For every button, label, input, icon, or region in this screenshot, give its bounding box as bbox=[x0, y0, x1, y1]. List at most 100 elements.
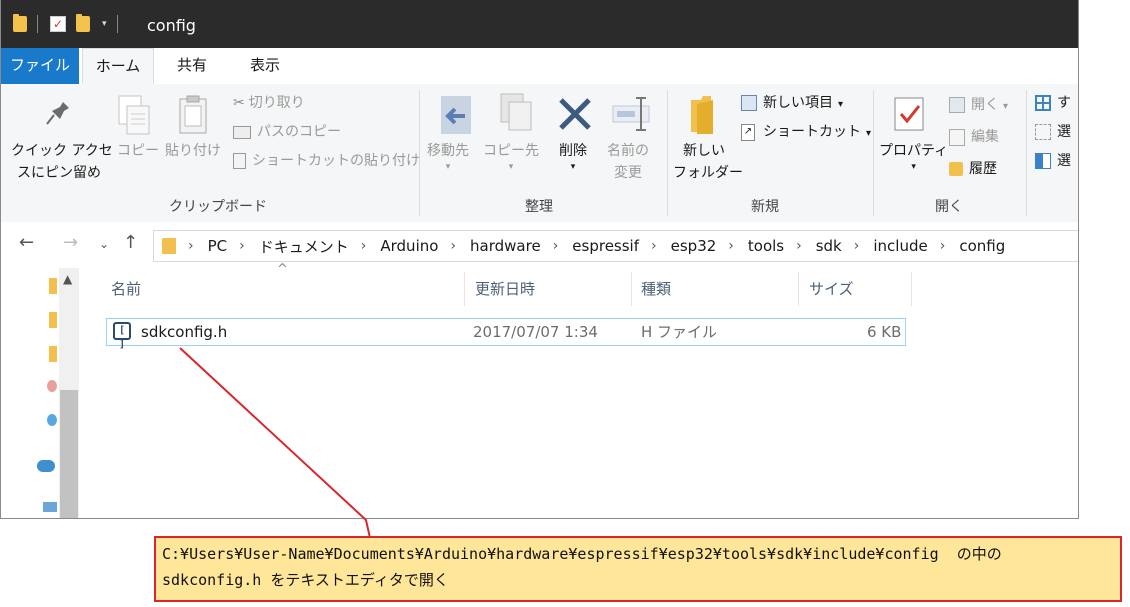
chevron-right-icon[interactable]: › bbox=[361, 238, 367, 254]
customize-toolbar-dropdown[interactable]: ▾ bbox=[102, 19, 107, 29]
folder-icon[interactable] bbox=[49, 312, 57, 328]
paste-shortcut-icon bbox=[233, 153, 246, 169]
select-all-icon bbox=[1035, 95, 1051, 111]
breadcrumb-espressif[interactable]: espressif bbox=[572, 237, 639, 255]
history-icon bbox=[949, 162, 963, 176]
cut-button[interactable]: ✂ 切り取り bbox=[233, 92, 305, 114]
chevron-right-icon[interactable]: › bbox=[728, 238, 734, 254]
tab-home[interactable]: ホーム bbox=[82, 48, 154, 84]
copy-button[interactable]: コピー bbox=[117, 140, 159, 162]
move-to-button[interactable]: 移動先 ▾ bbox=[427, 140, 469, 172]
column-divider[interactable] bbox=[464, 272, 465, 306]
breadcrumb-hardware[interactable]: hardware bbox=[470, 237, 541, 255]
shortcut-icon: ↗ bbox=[741, 123, 755, 141]
select-all-button[interactable]: す bbox=[1035, 92, 1071, 114]
move-to-icon bbox=[441, 96, 471, 134]
up-arrow-icon[interactable]: ↑ bbox=[123, 232, 138, 253]
chevron-right-icon[interactable]: › bbox=[796, 238, 802, 254]
breadcrumb-config[interactable]: config bbox=[959, 237, 1005, 255]
column-divider[interactable] bbox=[911, 272, 912, 306]
column-divider[interactable] bbox=[798, 272, 799, 306]
chevron-right-icon[interactable]: › bbox=[188, 238, 194, 254]
copy-to-icon bbox=[500, 93, 532, 131]
column-header-name[interactable]: 名前 bbox=[111, 270, 141, 308]
history-button[interactable]: 履歴 bbox=[949, 158, 997, 180]
folder-icon bbox=[13, 14, 27, 32]
chevron-right-icon[interactable]: › bbox=[450, 238, 456, 254]
file-name[interactable]: sdkconfig.h bbox=[141, 318, 227, 346]
clipboard-group-label: クリップボード bbox=[169, 199, 267, 215]
callout-line-2: sdkconfig.h をテキストエディタで開く bbox=[162, 571, 449, 589]
breadcrumb-sdk[interactable]: sdk bbox=[816, 237, 842, 255]
breadcrumb-tools[interactable]: tools bbox=[748, 237, 784, 255]
ribbon: クイック アクセ スにピン留め コピー 貼り付け ✂ 切り取り パスのコピー ショ… bbox=[1, 84, 1078, 223]
new-group-label: 新規 bbox=[751, 199, 779, 215]
window-title: config bbox=[147, 16, 196, 35]
chevron-right-icon[interactable]: › bbox=[239, 238, 245, 254]
explorer-window: ✓ ▾ config ファイル ホーム 共有 表示 クイック アクセ スにピン留… bbox=[0, 0, 1079, 519]
onedrive-sync-icon[interactable] bbox=[37, 460, 55, 472]
sort-ascending-icon: ^ bbox=[277, 262, 288, 277]
folder-icon[interactable] bbox=[49, 278, 57, 294]
chevron-right-icon[interactable]: › bbox=[553, 238, 559, 254]
tab-file[interactable]: ファイル bbox=[1, 48, 79, 84]
chevron-right-icon[interactable]: › bbox=[854, 238, 860, 254]
copy-path-button[interactable]: パスのコピー bbox=[233, 121, 341, 143]
column-header-modified[interactable]: 更新日時 bbox=[475, 270, 535, 308]
forward-arrow-icon[interactable]: → bbox=[63, 232, 78, 253]
new-folder-button[interactable]: 新しい フォルダー bbox=[673, 140, 743, 184]
invert-selection-button[interactable]: 選 bbox=[1035, 150, 1071, 172]
divider bbox=[116, 15, 118, 33]
delete-button[interactable]: 削除 ▾ bbox=[559, 140, 587, 172]
open-group-label: 開く bbox=[935, 199, 963, 215]
group-divider bbox=[873, 90, 874, 216]
paste-shortcut-button[interactable]: ショートカットの貼り付け bbox=[233, 150, 420, 172]
column-header-type[interactable]: 種類 bbox=[641, 270, 671, 308]
paste-button[interactable]: 貼り付け bbox=[165, 140, 221, 162]
organize-group-label: 整理 bbox=[525, 199, 553, 215]
group-divider bbox=[667, 90, 668, 216]
onedrive-icon[interactable] bbox=[47, 414, 57, 426]
address-bar[interactable]: › PC › ドキュメント › Arduino › hardware › esp… bbox=[153, 230, 1078, 262]
pictures-icon[interactable] bbox=[47, 380, 57, 392]
properties-button[interactable]: プロパティ ▾ bbox=[879, 140, 948, 172]
scissors-icon: ✂ bbox=[233, 95, 245, 111]
recent-locations-chevron-icon[interactable]: ⌄ bbox=[99, 237, 109, 251]
breadcrumb-arduino[interactable]: Arduino bbox=[380, 237, 438, 255]
open-button[interactable]: 開く ▾ bbox=[949, 94, 1008, 118]
breadcrumb-pc[interactable]: PC bbox=[208, 237, 228, 255]
pin-quick-access-button[interactable]: クイック アクセ スにピン留め bbox=[11, 140, 113, 184]
back-arrow-icon[interactable]: ← bbox=[19, 232, 34, 253]
nav-scrollbar-thumb[interactable] bbox=[60, 390, 78, 518]
properties-check-icon[interactable]: ✓ bbox=[50, 16, 66, 32]
column-divider[interactable] bbox=[631, 272, 632, 306]
pc-icon[interactable] bbox=[43, 502, 57, 512]
breadcrumb-documents[interactable]: ドキュメント bbox=[259, 236, 349, 257]
select-none-button[interactable]: 選 bbox=[1035, 121, 1071, 143]
folder-icon[interactable] bbox=[49, 346, 57, 362]
properties-icon bbox=[894, 97, 924, 131]
easy-access-shortcut-button[interactable]: ↗ ショートカット ▾ bbox=[741, 121, 871, 145]
file-type: H ファイル bbox=[641, 323, 718, 341]
new-folder-icon[interactable] bbox=[76, 14, 90, 32]
new-folder-icon bbox=[691, 96, 713, 134]
group-divider bbox=[1026, 90, 1027, 216]
file-size: 6 KB bbox=[867, 323, 902, 341]
paste-icon bbox=[179, 95, 207, 134]
chevron-right-icon[interactable]: › bbox=[940, 238, 946, 254]
copy-to-button[interactable]: コピー先 ▾ bbox=[483, 140, 539, 172]
breadcrumb-include[interactable]: include bbox=[873, 237, 927, 255]
new-item-button[interactable]: 新しい項目 ▾ bbox=[741, 92, 843, 116]
breadcrumb-esp32[interactable]: esp32 bbox=[671, 237, 717, 255]
chevron-right-icon[interactable]: › bbox=[651, 238, 657, 254]
open-icon bbox=[949, 97, 965, 113]
divider bbox=[37, 15, 38, 33]
title-bar: ✓ ▾ config bbox=[1, 0, 1078, 48]
tab-view[interactable]: 表示 bbox=[239, 48, 291, 84]
tab-share[interactable]: 共有 bbox=[167, 48, 217, 84]
edit-button[interactable]: 編集 bbox=[949, 126, 999, 148]
pin-icon bbox=[46, 102, 69, 125]
scroll-up-icon[interactable]: ▲ bbox=[63, 272, 72, 286]
column-header-size[interactable]: サイズ bbox=[809, 270, 854, 308]
rename-button[interactable]: 名前の 変更 bbox=[607, 140, 649, 184]
